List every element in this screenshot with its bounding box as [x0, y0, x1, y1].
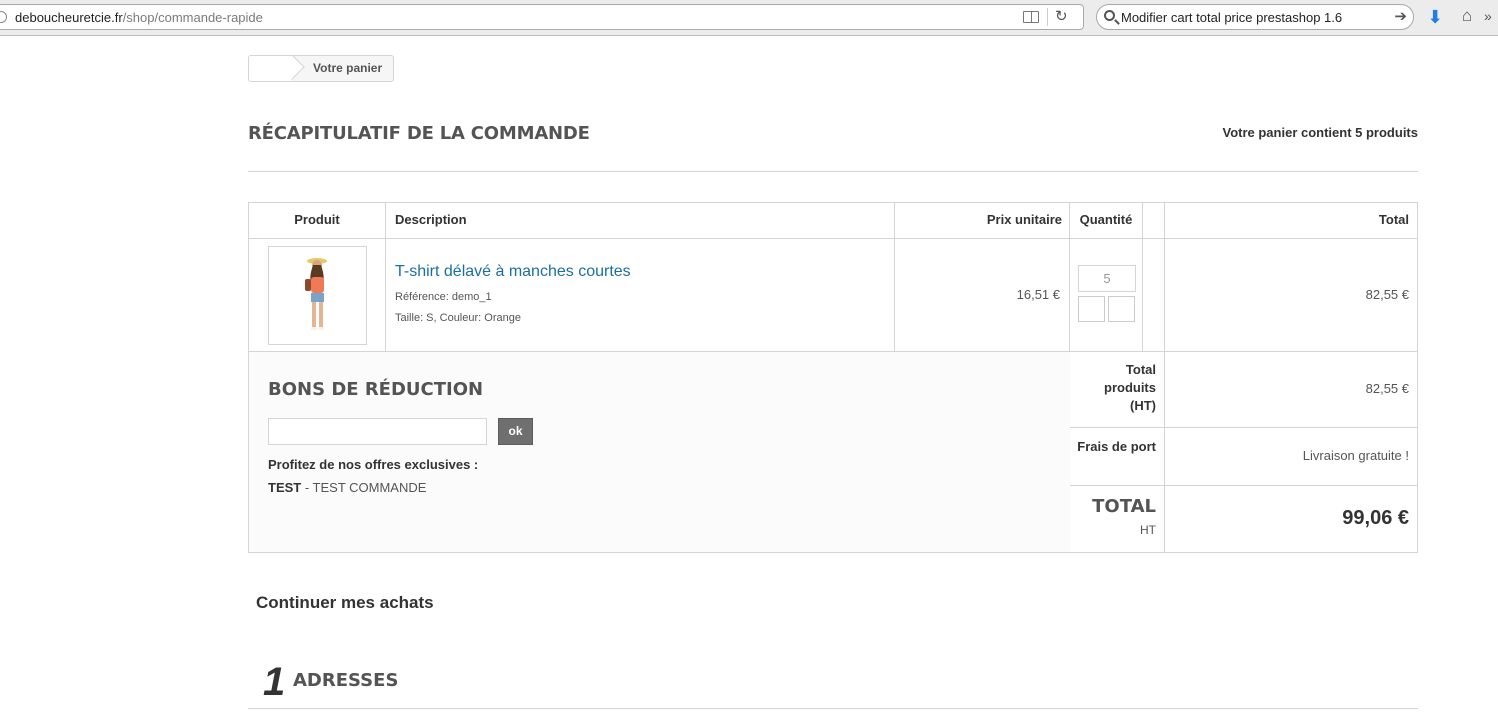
page-title: RÉCAPITULATIF DE LA COMMANDE [248, 123, 590, 144]
address-bar-divider [1047, 8, 1048, 26]
cart-count-text: Votre panier contient 5 produits [1222, 125, 1418, 140]
col-header-quantity: Quantité [1079, 212, 1133, 227]
reload-icon[interactable]: ↻ [1055, 7, 1068, 25]
address-url[interactable]: deboucheuretcie.fr/shop/commande-rapide [15, 10, 263, 25]
grand-total-value: 99,06 € [1342, 507, 1409, 529]
offers-title: Profitez de nos offres exclusives : [268, 457, 479, 472]
step-number: 1 [263, 660, 286, 704]
offer-code: TEST [268, 480, 302, 495]
header-divider [249, 238, 1417, 239]
search-icon [1104, 10, 1115, 21]
col-header-product: Produit [294, 212, 340, 227]
shipping-value: Livraison gratuite ! [1302, 448, 1409, 463]
col-header-unit-price: Prix unitaire [986, 212, 1062, 227]
quantity-input[interactable]: 5 [1078, 265, 1136, 292]
step-divider [248, 708, 1418, 709]
overflow-icon[interactable]: » [1484, 6, 1498, 26]
cart-summary-table: Produit Description Prix unitaire Quanti… [248, 202, 1418, 553]
home-icon[interactable]: ⌂ [1458, 6, 1476, 26]
product-thumbnail[interactable] [268, 246, 367, 345]
voucher-code-input[interactable] [268, 418, 487, 445]
search-bar[interactable]: Modifier cart total price prestashop 1.6… [1096, 4, 1414, 30]
product-line-total: 82,55 € [1365, 287, 1409, 302]
voucher-section: BONS DE RÉDUCTION ok Profitez de nos off… [249, 352, 1070, 552]
product-image [305, 258, 327, 330]
grand-total-label: TOTAL [1092, 496, 1156, 517]
url-path: /shop/commande-rapide [122, 10, 263, 25]
breadcrumb: Votre panier [248, 55, 394, 82]
reader-view-icon[interactable] [1023, 11, 1039, 23]
shipping-label: Frais de port [1077, 439, 1156, 454]
voucher-submit-button[interactable]: ok [498, 418, 533, 445]
continue-shopping-link[interactable]: Continuer mes achats [256, 593, 434, 613]
col-header-description: Description [395, 212, 467, 227]
breadcrumb-current: Votre panier [313, 61, 383, 75]
summary-divider [1070, 485, 1417, 486]
quantity-decrease-button[interactable] [1078, 296, 1105, 322]
col-divider [385, 203, 386, 352]
address-bar[interactable]: deboucheuretcie.fr/shop/commande-rapide … [0, 4, 1084, 30]
product-reference: Référence: demo_1 [395, 291, 492, 303]
search-go-icon[interactable]: ➔ [1394, 7, 1407, 25]
col-divider [1142, 203, 1143, 352]
total-products-label: Total produits (HT) [1104, 362, 1156, 413]
search-query[interactable]: Modifier cart total price prestashop 1.6 [1121, 10, 1342, 25]
browser-toolbar: deboucheuretcie.fr/shop/commande-rapide … [0, 0, 1498, 36]
heading-divider [248, 171, 1418, 172]
summary-divider [1070, 427, 1417, 428]
grand-total-tax-note: HT [1140, 523, 1156, 537]
step-title: ADRESSES [293, 670, 399, 691]
col-divider [1164, 203, 1165, 552]
offer-description: - TEST COMMANDE [301, 480, 427, 495]
voucher-title: BONS DE RÉDUCTION [268, 379, 484, 400]
quantity-increase-button[interactable] [1108, 296, 1135, 322]
total-products-value: 82,55 € [1365, 381, 1409, 396]
offer-item[interactable]: TEST - TEST COMMANDE [268, 480, 426, 495]
col-header-total: Total [1378, 212, 1409, 227]
url-domain: deboucheuretcie.fr [15, 10, 123, 25]
product-name-link[interactable]: T-shirt délavé à manches courtes [395, 263, 631, 281]
product-attributes: Taille: S, Couleur: Orange [395, 312, 521, 324]
download-icon[interactable]: ⬇ [1426, 7, 1444, 27]
site-info-icon[interactable] [0, 11, 7, 23]
product-unit-price: 16,51 € [1016, 287, 1060, 302]
